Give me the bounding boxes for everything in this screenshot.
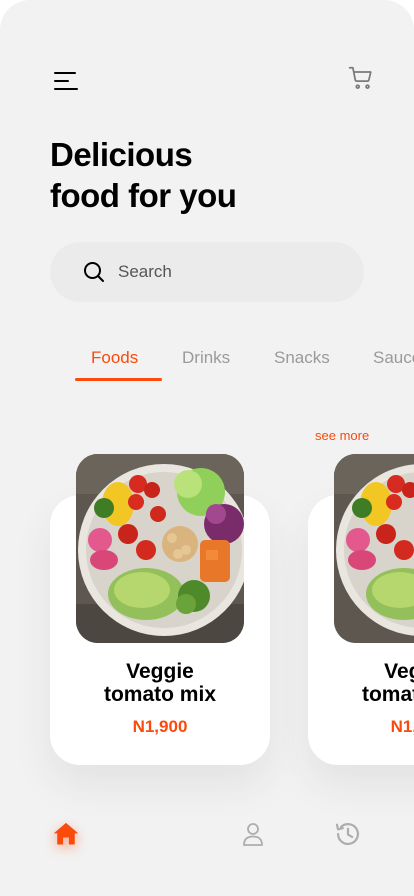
product-name: Veggie tomato mix bbox=[308, 660, 414, 706]
user-icon bbox=[243, 823, 263, 846]
tab-drinks[interactable]: Drinks bbox=[182, 348, 230, 368]
hamburger-menu-icon[interactable] bbox=[54, 72, 78, 90]
product-name-line-1: Veggie bbox=[126, 660, 194, 683]
search-input[interactable] bbox=[118, 260, 338, 284]
product-name-line-2: tomato mix bbox=[361, 683, 414, 706]
active-tab-indicator bbox=[75, 378, 162, 381]
history-icon bbox=[335, 823, 360, 846]
app-screen: Delicious food for you Foods Drinks Snac… bbox=[0, 0, 414, 896]
see-more-link[interactable]: see more bbox=[315, 428, 369, 443]
nav-home[interactable] bbox=[52, 820, 80, 848]
tab-sauce[interactable]: Sauce bbox=[373, 348, 414, 368]
category-tabs: Foods Drinks Snacks Sauce bbox=[0, 340, 414, 385]
product-image bbox=[76, 454, 244, 643]
tab-foods[interactable]: Foods bbox=[91, 348, 138, 368]
page-title: Delicious food for you bbox=[50, 134, 350, 216]
search-bar[interactable] bbox=[50, 242, 364, 302]
nav-history[interactable] bbox=[334, 820, 362, 848]
home-icon bbox=[53, 822, 79, 845]
page-title-line-1: Delicious bbox=[50, 136, 193, 173]
nav-profile[interactable] bbox=[241, 821, 265, 847]
product-name: Veggie tomato mix bbox=[50, 660, 270, 706]
product-price: N1,900 bbox=[390, 717, 414, 736]
product-price: N1,900 bbox=[132, 717, 188, 736]
product-image bbox=[334, 454, 414, 643]
tab-snacks[interactable]: Snacks bbox=[274, 348, 330, 368]
product-name-line-1: Veggie bbox=[384, 660, 414, 683]
search-icon bbox=[83, 261, 105, 283]
product-name-line-2: tomato mix bbox=[103, 683, 216, 706]
shopping-cart-icon[interactable] bbox=[348, 65, 374, 91]
page-title-line-2: food for you bbox=[50, 177, 237, 214]
